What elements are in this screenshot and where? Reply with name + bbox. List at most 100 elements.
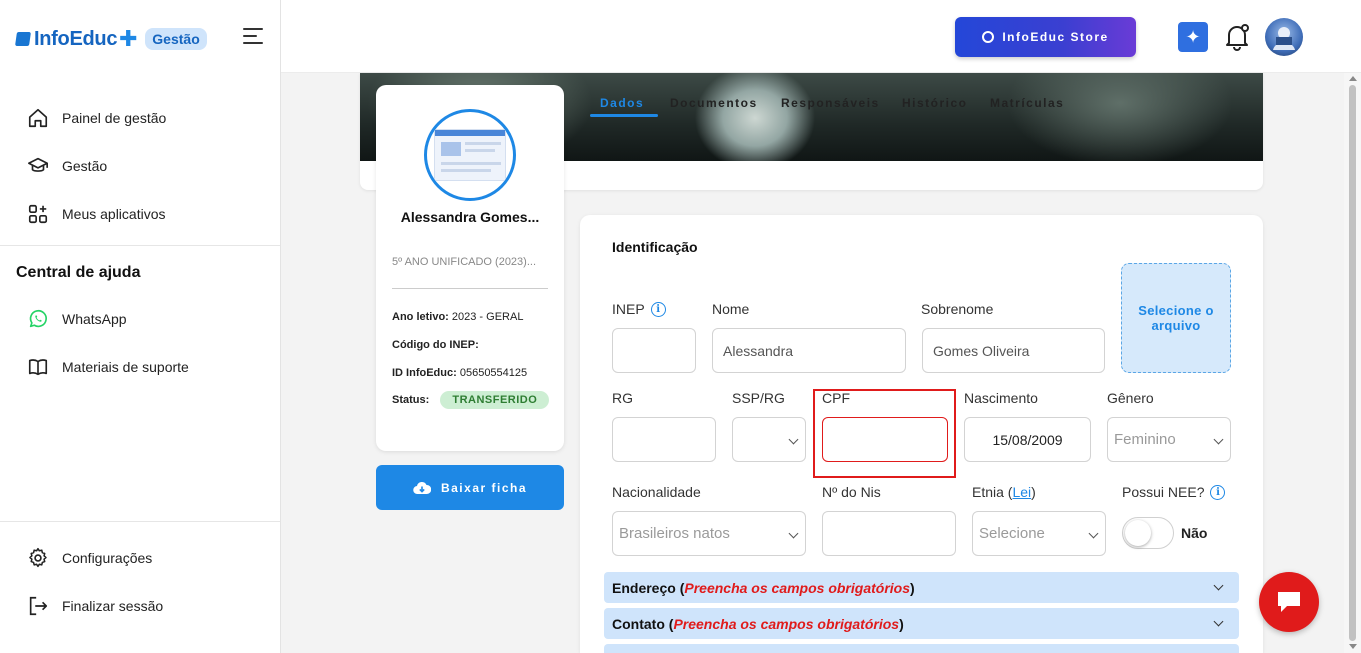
- inep-input[interactable]: [612, 328, 696, 373]
- nis-input[interactable]: [822, 511, 956, 556]
- ssp-rg-field-label: SSP/RG: [732, 390, 785, 406]
- toggle-knob: [1125, 520, 1151, 546]
- brand-name: InfoEduc: [34, 27, 118, 50]
- infoeduc-store-button[interactable]: InfoEduc Store: [955, 17, 1136, 57]
- quick-add-button[interactable]: ✦: [1178, 22, 1208, 52]
- store-button-label: InfoEduc Store: [1002, 30, 1109, 44]
- genero-select[interactable]: Feminino: [1107, 417, 1231, 462]
- file-upload-box[interactable]: Selecione o arquivo: [1121, 263, 1231, 373]
- ano-letivo-row: Ano letivo: 2023 - GERAL: [392, 311, 523, 323]
- tab-dados[interactable]: Dados: [600, 96, 644, 110]
- user-avatar[interactable]: [1265, 18, 1303, 56]
- rg-input[interactable]: [612, 417, 716, 462]
- home-icon: [26, 106, 50, 130]
- nome-input[interactable]: Alessandra: [712, 328, 906, 373]
- logout-icon: [26, 594, 50, 618]
- sidebar-item-aplicativos[interactable]: Meus aplicativos: [26, 202, 166, 226]
- student-photo[interactable]: [424, 109, 516, 201]
- active-tab-indicator: [590, 114, 658, 117]
- sidebar-item-gestao[interactable]: Gestão: [26, 154, 107, 178]
- etnia-field-label: Etnia (Lei): [972, 484, 1036, 500]
- nee-field-label: Possui NEE? i: [1122, 484, 1226, 500]
- student-name: Alessandra Gomes...: [400, 209, 540, 225]
- id-row: ID InfoEduc: 05650554125: [392, 367, 527, 379]
- chevron-down-icon: [788, 528, 799, 539]
- scroll-down-icon[interactable]: [1349, 644, 1357, 649]
- scroll-thumb[interactable]: [1349, 85, 1356, 641]
- page-scrollbar[interactable]: [1344, 73, 1361, 653]
- chevron-down-icon: [1088, 528, 1099, 539]
- sidebar-item-label: Finalizar sessão: [62, 598, 164, 614]
- chevron-down-icon: [1213, 434, 1224, 445]
- sobrenome-input[interactable]: Gomes Oliveira: [922, 328, 1105, 373]
- lei-link[interactable]: Lei: [1012, 484, 1031, 500]
- notifications-button[interactable]: [1223, 22, 1251, 52]
- sidebar: InfoEduc ✚ Gestão Painel de gestão Gestã…: [0, 0, 281, 653]
- ano-letivo-label: Ano letivo:: [392, 311, 449, 323]
- store-icon: [982, 31, 995, 43]
- tab-historico[interactable]: Histórico: [902, 96, 968, 110]
- nis-field-label: Nº do Nis: [822, 484, 881, 500]
- student-class: 5º ANO UNIFICADO (2023)...: [392, 256, 536, 268]
- book-icon: [26, 355, 50, 379]
- id-label: ID InfoEduc:: [392, 367, 457, 379]
- avatar-image-icon: [1273, 27, 1295, 50]
- sidebar-item-label: Materiais de suporte: [62, 359, 189, 375]
- nee-toggle-label: Não: [1181, 525, 1208, 541]
- sidebar-item-label: WhatsApp: [62, 311, 127, 327]
- brand-plus-icon: ✚: [119, 26, 138, 51]
- brand-logo[interactable]: InfoEduc ✚ Gestão: [15, 26, 207, 52]
- status-label: Status:: [392, 394, 430, 406]
- nascimento-input[interactable]: 15/08/2009: [964, 417, 1091, 462]
- sidebar-item-label: Configurações: [62, 550, 153, 566]
- help-section-title: Central de ajuda: [16, 264, 141, 281]
- chevron-down-icon: [1213, 580, 1224, 591]
- brand-badge: Gestão: [145, 28, 207, 50]
- tab-matriculas[interactable]: Matrículas: [990, 96, 1064, 110]
- chat-support-button[interactable]: [1259, 572, 1319, 632]
- status-row: Status: TRANSFERIDO: [392, 391, 550, 409]
- sidebar-item-logout[interactable]: Finalizar sessão: [26, 594, 163, 618]
- nome-field-label: Nome: [712, 301, 750, 317]
- rg-field-label: RG: [612, 390, 633, 406]
- top-header: InfoEduc Store ✦: [281, 0, 1361, 73]
- info-icon[interactable]: i: [1210, 484, 1226, 500]
- genero-field-label: Gênero: [1107, 390, 1154, 406]
- info-icon[interactable]: i: [650, 301, 666, 317]
- brand-mark-icon: [15, 32, 31, 46]
- cpf-input[interactable]: [822, 417, 948, 462]
- accordion-title: Contato: [612, 615, 665, 632]
- download-ficha-button[interactable]: Baixar ficha: [376, 465, 564, 510]
- tab-responsaveis[interactable]: Responsáveis: [781, 96, 880, 110]
- sidebar-item-painel[interactable]: Painel de gestão: [26, 106, 166, 130]
- accordion-endereco[interactable]: Endereço (Preencha os campos obrigatório…: [604, 572, 1239, 603]
- nacionalidade-select[interactable]: Brasileiros natos: [612, 511, 806, 556]
- gear-icon: [26, 546, 50, 570]
- inep-field-label: INEP i: [612, 301, 666, 317]
- profile-divider: [392, 288, 548, 289]
- accordion-required-note: Preencha os campos obrigatórios: [684, 579, 910, 596]
- etnia-select[interactable]: Selecione: [972, 511, 1106, 556]
- scroll-up-icon[interactable]: [1349, 76, 1357, 81]
- tab-documentos[interactable]: Documentos: [670, 96, 758, 110]
- accordion-next[interactable]: [604, 644, 1239, 653]
- photo-screenshot-icon: [434, 129, 506, 181]
- bell-icon: [1226, 24, 1249, 51]
- accordion-contato[interactable]: Contato (Preencha os campos obrigatórios…: [604, 608, 1239, 639]
- nacionalidade-field-label: Nacionalidade: [612, 484, 701, 500]
- menu-toggle-button[interactable]: [243, 28, 263, 46]
- sidebar-item-whatsapp[interactable]: WhatsApp: [26, 307, 127, 331]
- student-profile-card: Alessandra Gomes... 5º ANO UNIFICADO (20…: [376, 85, 564, 451]
- graduation-cap-icon: [26, 154, 50, 178]
- apps-icon: [26, 202, 50, 226]
- whatsapp-icon: [26, 307, 50, 331]
- download-button-label: Baixar ficha: [440, 480, 528, 495]
- sidebar-item-configuracoes[interactable]: Configurações: [26, 546, 152, 570]
- status-badge: TRANSFERIDO: [440, 391, 550, 409]
- nee-toggle[interactable]: [1122, 517, 1174, 549]
- section-title: Identificação: [612, 239, 698, 255]
- ssp-rg-select[interactable]: [732, 417, 806, 462]
- sidebar-item-materiais[interactable]: Materiais de suporte: [26, 355, 189, 379]
- hamburger-icon: [243, 28, 263, 30]
- inep-label: Código do INEP:: [392, 339, 479, 351]
